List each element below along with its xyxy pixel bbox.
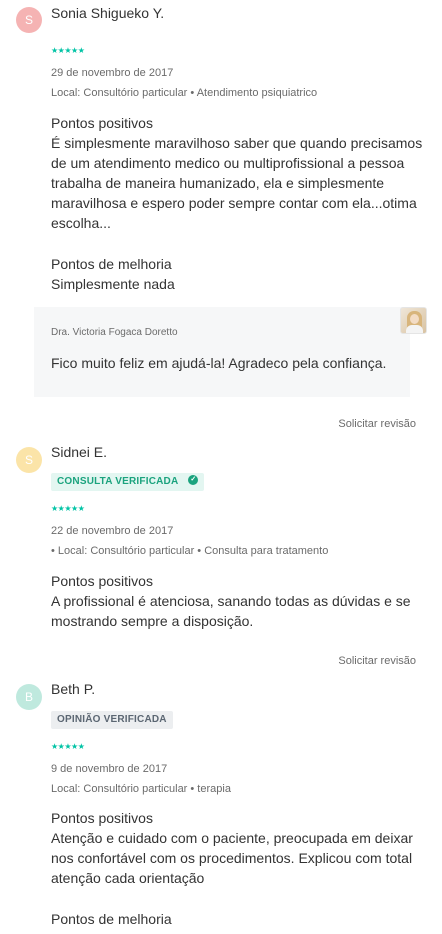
review-date: 29 de novembro de 2017 <box>51 67 174 79</box>
review-location: Local: Consultório particular • terapia <box>51 783 231 795</box>
reply-text: Fico muito feliz em ajudá-la! Agradeco p… <box>51 355 387 371</box>
review-location: Local: Consultório particular • Atendime… <box>51 87 318 99</box>
improvement-points-title: Pontos de melhoria <box>51 911 172 927</box>
avatar: S <box>16 447 42 473</box>
request-review-link[interactable]: Solicitar revisão <box>338 655 416 667</box>
check-icon: ✓ <box>188 475 199 486</box>
avatar: S <box>16 7 42 33</box>
improvement-points-title: Pontos de melhoria <box>51 256 172 272</box>
positive-points-text: A profissional é atenciosa, sanando toda… <box>51 593 411 629</box>
positive-points-title: Pontos positivos <box>51 810 153 826</box>
review-date: 22 de novembro de 2017 <box>51 525 174 537</box>
doctor-avatar <box>400 307 427 334</box>
verified-opinion-badge: OPINIÃO VERIFICADA <box>51 711 173 729</box>
positive-points-title: Pontos positivos <box>51 115 153 131</box>
rating-stars: ★★★★★ <box>51 742 85 751</box>
avatar: B <box>16 684 42 710</box>
positive-points-title: Pontos positivos <box>51 573 153 589</box>
positive-points-text: Atenção e cuidado com o paciente, preocu… <box>51 830 413 886</box>
reviewer-name: Sidnei E. <box>51 444 108 460</box>
badge-label: CONSULTA VERIFICADA <box>57 476 179 487</box>
improvement-points-text: Simplesmente nada <box>51 276 175 292</box>
reviewer-name: Sonia Shigueko Y. <box>51 5 165 21</box>
rating-stars: ★★★★★ <box>51 504 85 513</box>
positive-points-text: É simplesmente maravilhoso saber que qua… <box>51 135 423 231</box>
review-location: • Local: Consultório particular • Consul… <box>51 545 329 557</box>
verified-consultation-badge: CONSULTA VERIFICADA ✓ <box>51 473 205 491</box>
doctor-reply: Dra. Victoria Fogaca Doretto Fico muito … <box>34 307 410 397</box>
request-review-link[interactable]: Solicitar revisão <box>338 418 416 430</box>
reviewer-name: Beth P. <box>51 681 96 697</box>
doctor-name: Dra. Victoria Fogaca Doretto <box>51 327 178 338</box>
rating-stars: ★★★★★ <box>51 46 85 55</box>
review-date: 9 de novembro de 2017 <box>51 763 168 775</box>
